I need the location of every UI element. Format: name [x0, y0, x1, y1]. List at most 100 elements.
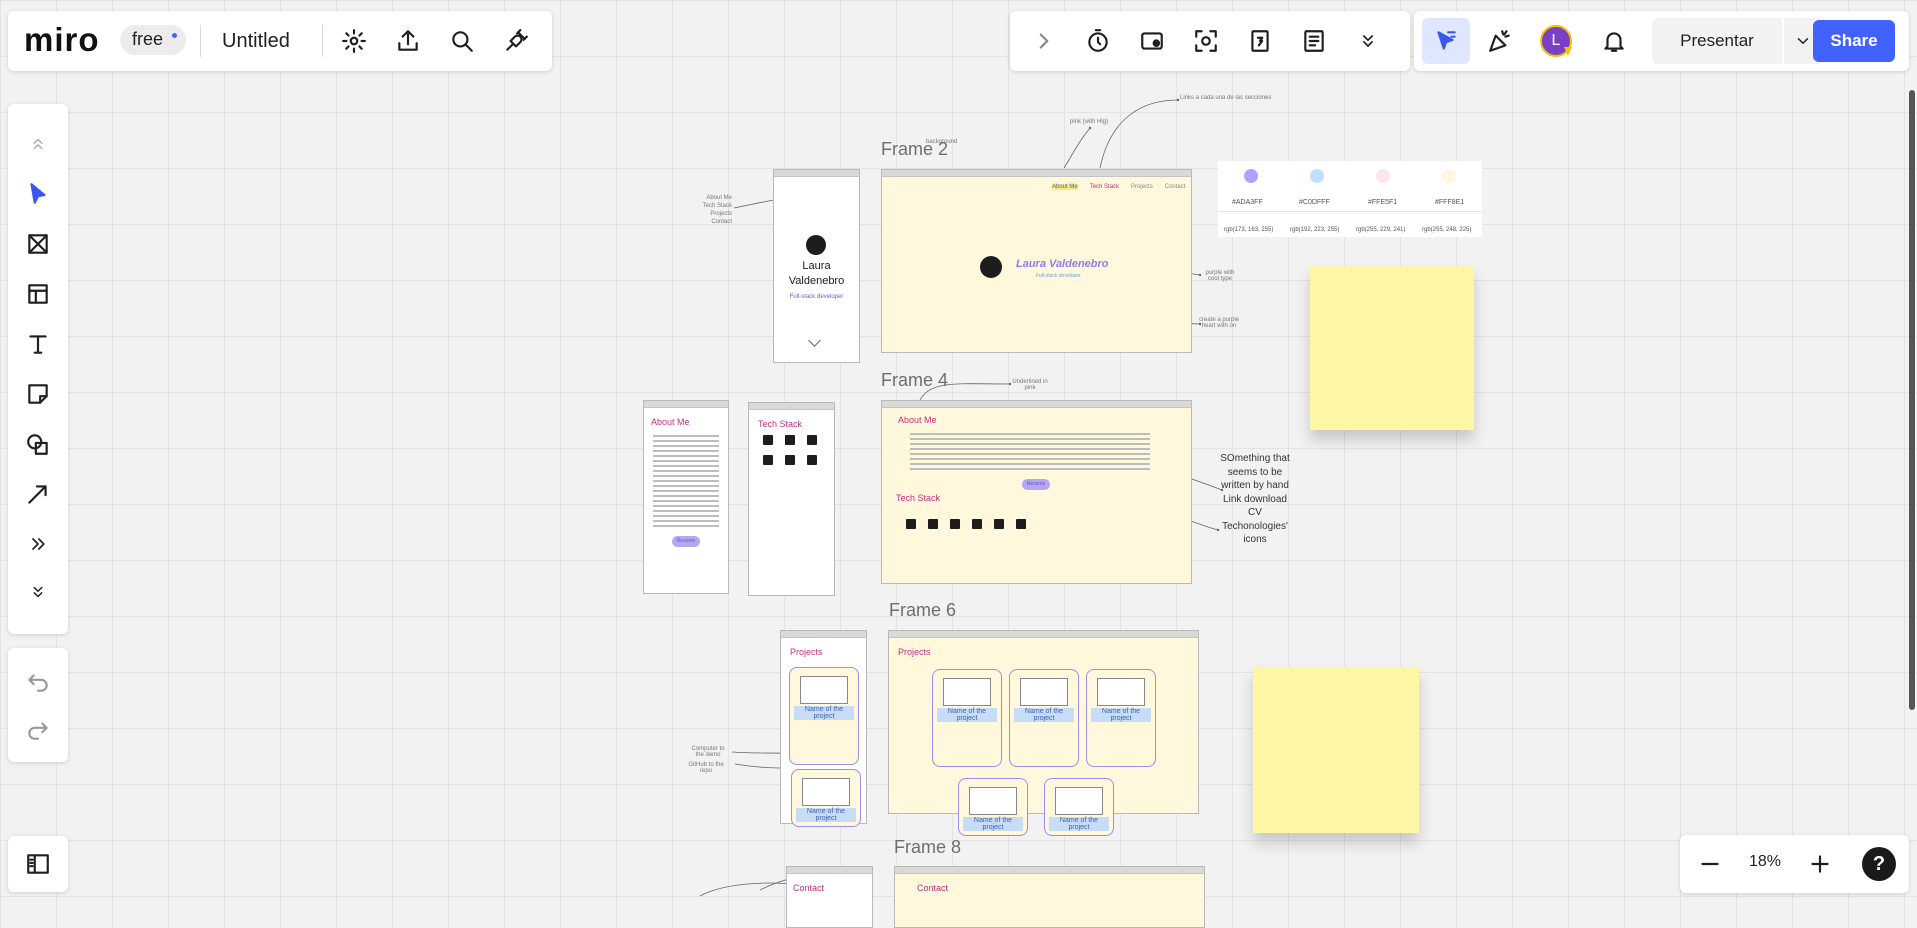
mobile-about-frame[interactable]: About Me Resume: [643, 400, 729, 594]
frame-bar: [882, 401, 1191, 408]
tech-icon: [785, 435, 795, 445]
annotation-github: GitHub to the repo: [688, 762, 724, 774]
swatch-pink: [1376, 169, 1390, 183]
frame-bar: [889, 631, 1198, 638]
section-title-contact: Contact: [917, 883, 949, 893]
mobile-hero-frame[interactable]: Laura Valdenebro Full-stack developer: [773, 169, 860, 363]
project-image: [1097, 678, 1145, 706]
project-name: Name of the project: [963, 817, 1023, 831]
swatch-purple: [1244, 169, 1258, 183]
avatar-icon: [806, 235, 826, 255]
project-image: [800, 676, 848, 704]
project-image: [1055, 787, 1103, 815]
hex-label: #C0DFFF: [1299, 199, 1330, 206]
resume-button[interactable]: Resume: [672, 536, 700, 547]
project-image: [943, 678, 991, 706]
sticky-note[interactable]: [1310, 266, 1474, 430]
rgb-label: rgb(192, 223, 255): [1290, 227, 1340, 233]
section-title-contact: Contact: [793, 883, 825, 893]
text-block: [653, 435, 719, 527]
annotation-computer: Computer to the demo: [691, 746, 725, 758]
mobile-tech-frame[interactable]: Tech Stack: [748, 402, 835, 596]
tech-icon: [763, 435, 773, 445]
frame-2-title[interactable]: Frame 2: [881, 139, 948, 160]
project-name: Name of the project: [1014, 708, 1074, 722]
project-card[interactable]: Name of the project: [1044, 778, 1114, 836]
annotation-purple-cool: purple with cool type: [1205, 270, 1235, 282]
section-title-about: About Me: [898, 415, 937, 425]
tech-icon: [763, 455, 773, 465]
hero-name: Laura Valdenebro: [774, 259, 859, 289]
hand-line: CV: [1248, 507, 1262, 518]
tech-icon: [972, 519, 982, 529]
project-name: Name of the project: [794, 706, 854, 720]
hand-line: Link download: [1223, 493, 1287, 505]
frame-bar: [787, 867, 872, 874]
mobile-nav-item: Tech Stack: [702, 203, 732, 209]
frame-6-title[interactable]: Frame 6: [889, 600, 956, 621]
project-card[interactable]: Name of the project: [789, 667, 859, 765]
tech-icon: [950, 519, 960, 529]
tech-icon: [807, 455, 817, 465]
hero-nav: About Me Tech Stack Projects Contact: [1052, 184, 1185, 190]
sticky-note[interactable]: [1253, 667, 1419, 833]
project-image: [969, 787, 1017, 815]
frame-4-title[interactable]: Frame 4: [881, 370, 948, 391]
mobile-contact-frame[interactable]: Contact: [786, 866, 873, 928]
mobile-projects-frame[interactable]: Projects Name of the project Name of the…: [780, 630, 867, 827]
rgb-label: rgb(173, 163, 255): [1224, 227, 1274, 233]
section-title-about: About Me: [651, 417, 690, 427]
frame-bar: [882, 170, 1191, 177]
hand-line: Techonologies': [1222, 520, 1288, 532]
frame-4[interactable]: About Me Resume Tech Stack: [881, 400, 1192, 584]
tech-icon: [906, 519, 916, 529]
tech-icon: [1016, 519, 1026, 529]
mobile-nav-item: About Me: [706, 195, 732, 201]
project-image: [802, 778, 850, 806]
project-name: Name of the project: [1091, 708, 1151, 722]
project-card[interactable]: Name of the project: [958, 778, 1028, 836]
annotation-purple-heart: create a purple heart with on: [1198, 317, 1240, 329]
nav-tech: Tech Stack: [1089, 184, 1120, 190]
handwritten-note: SOmething that seems to be written by ha…: [1210, 452, 1300, 547]
frame-bar: [774, 170, 859, 177]
project-card[interactable]: Name of the project: [791, 769, 861, 827]
mobile-nav-item: Projects: [710, 211, 732, 217]
tech-icon: [994, 519, 1004, 529]
frame-8-title[interactable]: Frame 8: [894, 837, 961, 858]
swatch-blue: [1310, 169, 1324, 183]
frame-8[interactable]: Contact: [894, 866, 1205, 928]
project-name: Name of the project: [796, 808, 856, 822]
annotation-links: Links a cada una de las secciones: [1180, 95, 1272, 101]
nav-contact: Contact: [1164, 184, 1186, 190]
hero-name-line: Laura: [802, 260, 831, 272]
hand-line: seems to be: [1227, 466, 1283, 478]
palette-divider: [1218, 211, 1482, 212]
rgb-label: rgb(255, 248, 225): [1422, 227, 1472, 233]
frame-bar: [781, 631, 866, 638]
hex-label: #FFE5F1: [1368, 199, 1398, 206]
frame-2[interactable]: About Me Tech Stack Projects Contact Lau…: [881, 169, 1192, 353]
tech-icon: [785, 455, 795, 465]
project-card[interactable]: Name of the project: [1009, 669, 1079, 767]
mobile-nav-item: Contact: [711, 219, 732, 225]
hex-label: #FFF8E1: [1435, 199, 1465, 206]
resume-button[interactable]: Resume: [1022, 479, 1050, 490]
hex-label: #ADA3FF: [1232, 199, 1263, 206]
section-title-projects: Projects: [790, 647, 823, 657]
tech-icon: [807, 435, 817, 445]
project-card[interactable]: Name of the project: [932, 669, 1002, 767]
project-name: Name of the project: [1049, 817, 1109, 831]
chevron-down-icon: [808, 334, 821, 347]
hand-line: written by hand: [1221, 480, 1289, 491]
tech-icon: [928, 519, 938, 529]
project-image: [1020, 678, 1068, 706]
project-card[interactable]: Name of the project: [1086, 669, 1156, 767]
swatch-cream: [1442, 169, 1456, 183]
hero-role: Full-stack developer: [789, 294, 844, 300]
color-palette[interactable]: #ADA3FF #C0DFFF #FFE5F1 #FFF8E1 rgb(173,…: [1218, 161, 1482, 237]
hero-big-name: Laura Valdenebro: [1016, 258, 1109, 270]
nav-about: About Me: [1052, 184, 1078, 190]
section-title-tech: Tech Stack: [896, 493, 941, 503]
hand-line: icons: [1243, 534, 1267, 545]
